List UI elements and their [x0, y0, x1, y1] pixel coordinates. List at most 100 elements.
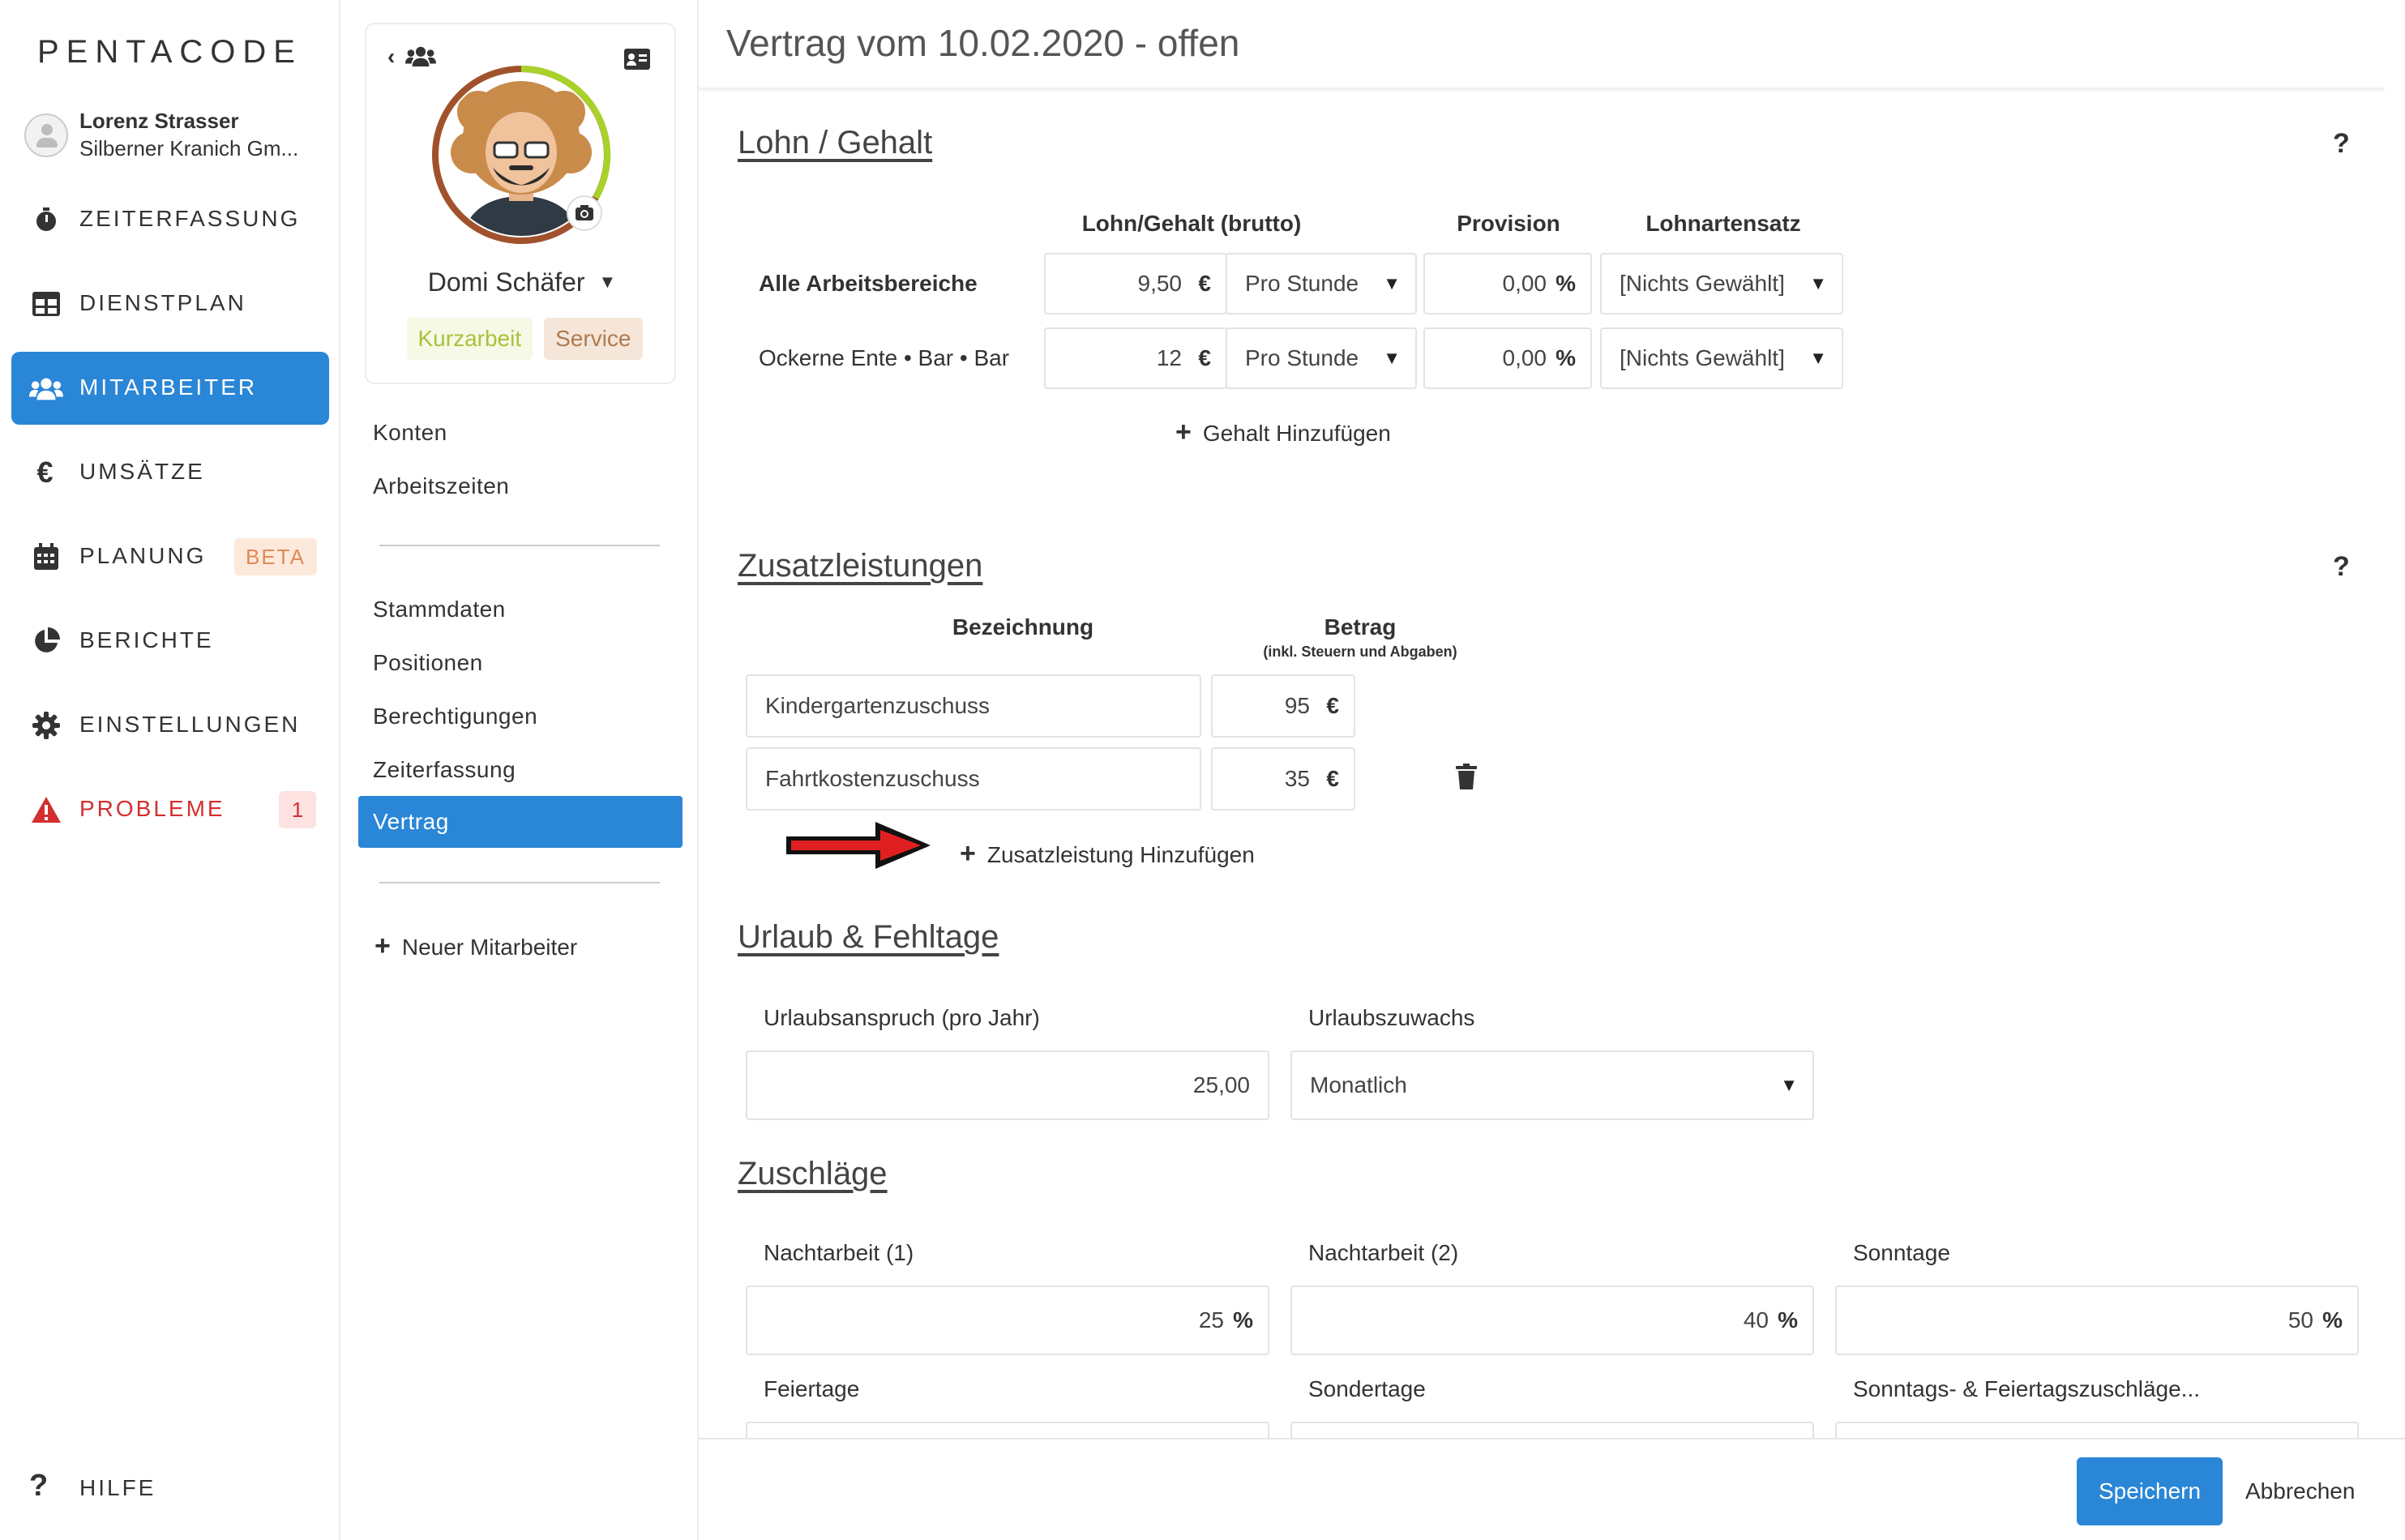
help-icon[interactable]: ?	[2333, 128, 2350, 160]
header-bezeichnung: Bezeichnung	[952, 614, 1094, 640]
benefit-amount: 95	[1284, 693, 1310, 718]
nav-label: ZEITERFASSUNG	[79, 206, 301, 231]
salary-period: Pro Stunde	[1245, 271, 1359, 296]
provision-input[interactable]: 0,00 %	[1423, 253, 1592, 314]
subnav-berechtigungen[interactable]: Berechtigungen	[373, 704, 537, 729]
section-title-lohn: Lohn / Gehalt	[738, 125, 933, 160]
trash-icon[interactable]	[1456, 764, 1477, 794]
tag-service: Service	[544, 318, 643, 360]
nav-item-planung[interactable]: PLANUNG BETA	[11, 520, 329, 593]
new-employee-label: Neuer Mitarbeiter	[401, 935, 578, 960]
section-title-zusatz: Zusatzleistungen	[738, 548, 983, 584]
nav-label: PLANUNG	[79, 543, 207, 568]
nav-label: DIENSTPLAN	[79, 290, 246, 315]
add-salary-button[interactable]: + Gehalt Hinzufügen	[1175, 417, 1391, 448]
problem-count-badge: 1	[279, 791, 316, 828]
chevron-left-icon[interactable]: ‹	[387, 44, 395, 70]
euro-icon: €	[1198, 345, 1211, 370]
row-label: Alle Arbeitsbereiche	[759, 271, 978, 296]
nav-item-einstellungen[interactable]: EINSTELLUNGEN	[11, 689, 329, 762]
nav-item-berichte[interactable]: BERICHTE	[11, 605, 329, 678]
nav-item-dienstplan[interactable]: DIENSTPLAN	[11, 267, 329, 340]
employee-avatar[interactable]	[430, 63, 613, 246]
provision-value: 0,00	[1502, 345, 1547, 370]
caret-down-icon: ▼	[1809, 348, 1827, 368]
main-content: Vertrag vom 10.02.2020 - offen Lohn / Ge…	[699, 0, 2405, 1540]
table-icon	[29, 287, 63, 321]
surcharge-value: 25	[1198, 1307, 1224, 1333]
salary-period-select[interactable]: Pro Stunde ▼	[1226, 327, 1417, 389]
salary-amount-input[interactable]: 9,50 €	[1044, 253, 1227, 314]
user-name: Lorenz Strasser	[79, 109, 239, 133]
vacation-entitlement-input[interactable]: 25,00	[746, 1050, 1269, 1120]
add-benefit-button[interactable]: + Zusatzleistung Hinzufügen	[960, 838, 1255, 870]
benefit-name: Fahrtkostenzuschuss	[765, 766, 980, 791]
nav-item-mitarbeiter[interactable]: MITARBEITER	[11, 352, 329, 425]
lohnart-value: [Nichts Gewählt]	[1620, 271, 1785, 296]
id-card-icon[interactable]	[624, 49, 650, 74]
help-icon[interactable]: ?	[2333, 551, 2350, 583]
surcharge-label: Sondertage	[1308, 1376, 1426, 1401]
benefit-amount-input[interactable]: 95 €	[1211, 674, 1355, 738]
nav-item-zeiterfassung[interactable]: ZEITERFASSUNG	[11, 183, 329, 256]
warning-icon	[29, 793, 63, 827]
subnav-stammdaten[interactable]: Stammdaten	[373, 597, 506, 622]
caret-down-icon: ▼	[1383, 348, 1401, 368]
nav-item-umsaetze[interactable]: € UMSÄTZE	[11, 436, 329, 509]
surcharge-input[interactable]: 40 %	[1290, 1285, 1814, 1355]
vacation-accrual-select[interactable]: Monatlich ▼	[1290, 1050, 1814, 1120]
caret-down-icon: ▼	[1383, 273, 1401, 293]
header-betrag-note: (inkl. Steuern und Abgaben)	[1263, 644, 1457, 660]
help-label: HILFE	[79, 1475, 156, 1500]
provision-input[interactable]: 0,00 %	[1423, 327, 1592, 389]
main-nav: ZEITERFASSUNG DIENSTPLAN MITARBEITER € U…	[11, 183, 329, 858]
cancel-button[interactable]: Abbrechen	[2245, 1457, 2355, 1525]
surcharge-input[interactable]: 25 %	[746, 1285, 1269, 1355]
caret-down-icon: ▼	[1780, 1075, 1798, 1095]
save-button[interactable]: Speichern	[2077, 1457, 2223, 1525]
percent-icon: %	[1233, 1307, 1253, 1333]
tag-kurzarbeit: Kurzarbeit	[406, 318, 533, 360]
nav-label: MITARBEITER	[79, 374, 258, 400]
surcharge-label: Sonntags- & Feiertagszuschläge...	[1853, 1376, 2201, 1401]
lohnart-select[interactable]: [Nichts Gewählt] ▼	[1600, 327, 1843, 389]
surcharge-input[interactable]: 50 %	[1835, 1285, 2359, 1355]
subnav-konten[interactable]: Konten	[373, 420, 447, 446]
benefit-amount-input[interactable]: 35 €	[1211, 747, 1355, 811]
users-icon	[29, 371, 63, 405]
plus-icon: +	[1175, 417, 1192, 447]
surcharge-value: 50	[2287, 1307, 2313, 1333]
surcharge-label: Nachtarbeit (2)	[1308, 1240, 1459, 1265]
user-profile[interactable]: Lorenz Strasser Silberner Kranich Gm...	[24, 109, 332, 165]
subnav-zeiterfassung[interactable]: Zeiterfassung	[373, 757, 516, 783]
add-salary-label: Gehalt Hinzufügen	[1202, 421, 1391, 446]
section-title-urlaub: Urlaub & Fehltage	[738, 919, 999, 955]
camera-icon[interactable]	[566, 195, 603, 232]
benefit-name-input[interactable]: Fahrtkostenzuschuss	[746, 747, 1201, 811]
row-label: Ockerne Ente • Bar • Bar	[759, 345, 1010, 370]
subnav-arbeitszeiten[interactable]: Arbeitszeiten	[373, 473, 509, 499]
lohnart-select[interactable]: [Nichts Gewählt] ▼	[1600, 253, 1843, 314]
app-logo[interactable]: PENTACODE	[37, 34, 302, 71]
user-avatar-icon[interactable]	[24, 113, 68, 157]
subnav-positionen[interactable]: Positionen	[373, 650, 483, 676]
salary-amount-input[interactable]: 12 €	[1044, 327, 1227, 389]
salary-amount: 9,50	[1137, 271, 1183, 296]
benefit-name-input[interactable]: Kindergartenzuschuss	[746, 674, 1201, 738]
euro-icon: €	[1326, 766, 1339, 791]
salary-period-select[interactable]: Pro Stunde ▼	[1226, 253, 1417, 314]
caret-down-icon: ▼	[598, 272, 617, 292]
nav-item-probleme[interactable]: PROBLEME 1	[11, 773, 329, 846]
header-betrag: Betrag	[1324, 614, 1397, 640]
employee-name-dropdown[interactable]: Domi Schäfer ▼	[366, 267, 678, 297]
subnav-vertrag[interactable]: Vertrag	[358, 796, 683, 848]
percent-icon: %	[1778, 1307, 1798, 1333]
percent-icon: %	[1556, 345, 1576, 370]
new-employee-button[interactable]: + Neuer Mitarbeiter	[374, 930, 577, 962]
add-benefit-label: Zusatzleistung Hinzufügen	[986, 842, 1255, 867]
percent-icon: %	[1556, 271, 1576, 296]
salary-amount: 12	[1156, 345, 1182, 370]
nav-label: UMSÄTZE	[79, 459, 205, 484]
stopwatch-icon	[29, 203, 63, 237]
provision-value: 0,00	[1502, 271, 1547, 296]
